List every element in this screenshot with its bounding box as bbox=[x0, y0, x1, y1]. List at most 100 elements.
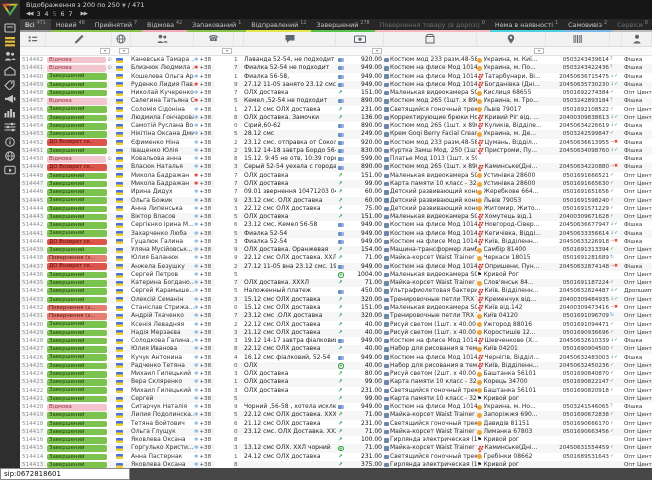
table-row[interactable]: 514460ЗавершенийКошелева Ольга Ар...❄+38… bbox=[20, 73, 652, 81]
table-row[interactable]: 514414ЗавершенийАнна Пастернак❄+38124.12… bbox=[20, 453, 652, 461]
table-row[interactable]: 514431Повернення (з...Андрій Ткаченко❄+3… bbox=[20, 312, 652, 320]
table-row[interactable]: 514459ЗавершенийРуденко Лидия Пав...✱+38… bbox=[20, 81, 652, 89]
table-row[interactable]: 514435ЗавершенийКатерина Богдано...❄+387… bbox=[20, 279, 652, 287]
table-row[interactable]: 514436ЗавершенийСергей Петров❄+385₴1004.… bbox=[20, 271, 652, 279]
status-column-icon[interactable] bbox=[46, 32, 112, 46]
address-column-icon[interactable] bbox=[477, 32, 546, 46]
id-column-icon[interactable] bbox=[20, 32, 46, 46]
table-row[interactable]: 514458ЗавершенийНиколай Кучеренко❄+387ОЛ… bbox=[20, 89, 652, 97]
product-column-icon[interactable] bbox=[384, 32, 477, 46]
country-column-icon[interactable] bbox=[112, 32, 131, 46]
table-row[interactable]: 514428ЗавершенийСолодкова Галина...❄+383… bbox=[20, 337, 652, 345]
tab-Запакований[interactable]: Запакований1 bbox=[187, 19, 246, 32]
price-column-icon[interactable] bbox=[336, 32, 384, 46]
snowflake-icon: ❄ bbox=[194, 321, 198, 329]
table-row[interactable]: 514432Повернення (з...Станіслав Стрижа..… bbox=[20, 304, 652, 312]
first-page-button[interactable]: ◀◀ bbox=[26, 10, 32, 19]
table-row[interactable]: 514423ЗавершенийВера Скляренко❄+381ОЛХ д… bbox=[20, 378, 652, 386]
table-row[interactable]: 514461Відмова⊙Близнюк Людмила ...✱+387Фи… bbox=[20, 64, 652, 72]
table-row[interactable]: 514455ЗавершенийЛюдмила Гончарова❄+388ОЛ… bbox=[20, 114, 652, 122]
table-row[interactable]: 514438Повернення (з...Юлия Баланюк❄+3892… bbox=[20, 254, 652, 262]
app-logo[interactable] bbox=[2, 2, 18, 17]
clients-icon[interactable] bbox=[4, 51, 16, 61]
dashboard-icon[interactable] bbox=[4, 23, 16, 33]
table-row[interactable]: 514439ЗавершенийУляна Мусійовськ...❄+389… bbox=[20, 246, 652, 254]
table-row[interactable]: 514427ЗавершенийЮлия Иванова❄+38822.12 с… bbox=[20, 345, 652, 353]
sliders-icon[interactable] bbox=[4, 122, 16, 132]
table-row[interactable]: 514449ДО Возврат ск..Власюк Наталья❄+383… bbox=[20, 163, 652, 171]
table-row[interactable]: 514425ЗавершенийРадченко Тетяна❄+380ОЛХ₴… bbox=[20, 362, 652, 370]
table-row[interactable]: 514415ЗавершенийГоргулько Христи...❄+383… bbox=[20, 444, 652, 452]
page-button-7[interactable]: 7 bbox=[69, 11, 73, 18]
tab-Новий[interactable]: Новий48 bbox=[51, 19, 90, 32]
table-row[interactable]: 514443ЗавершенийВіктор Власов❄+385ОЛХ до… bbox=[20, 213, 652, 221]
page-button-3[interactable]: 3 bbox=[36, 11, 40, 18]
table-row[interactable]: 514462Відмова⊙Каневська Тамара ...❄+381Л… bbox=[20, 56, 652, 64]
table-row[interactable]: 514418ЗавершенийТетяна Войтович❄+38621.1… bbox=[20, 420, 652, 428]
tab-Всі[interactable]: Всі471 bbox=[20, 19, 51, 32]
table-row[interactable]: 514421ЗавершенийСергей❄+385↗99.00Карта п… bbox=[20, 395, 652, 403]
table-row[interactable]: 514416ЗавершенийЯковлева Оксана❄+388↗100… bbox=[20, 436, 652, 444]
table-row[interactable]: 514422ЗавершенийМихаил Гилецький❄+383ОЛХ… bbox=[20, 387, 652, 395]
tracking-column-icon[interactable] bbox=[546, 32, 610, 46]
tab-Повернення товару (в дорозі)[interactable]: Повернення товару (в дорозі)0 bbox=[375, 19, 490, 32]
table-row[interactable]: 514448ЗавершенийМикола Бадражан✱+387ОЛХ … bbox=[20, 172, 652, 180]
page-button-5[interactable]: 5 bbox=[53, 11, 57, 18]
tag-icon[interactable] bbox=[4, 80, 16, 90]
delivery-address: Украина, м. Но... bbox=[484, 403, 536, 411]
table-row[interactable]: 514429ЗавершенийНадія Мерзаєва❄+38321.12… bbox=[20, 329, 652, 337]
client-column-icon[interactable] bbox=[131, 32, 194, 46]
address-cell: Татарбунари, Ві... bbox=[477, 73, 546, 81]
table-row[interactable]: 514454ЗавершенийСамотій Руслана Во...❄+3… bbox=[20, 122, 652, 130]
table-row[interactable]: 514456ЗавершенийСоломія Сідоніна❄+38127.… bbox=[20, 106, 652, 114]
table-row[interactable]: 514447ЗавершенийМикола Бадражан✱+387ОЛХ … bbox=[20, 180, 652, 188]
table-row[interactable]: 514440ДО Возврат ск..Гуцалюк Галина❄+383… bbox=[20, 238, 652, 246]
tab-Завершений[interactable]: Завершений278 bbox=[311, 19, 374, 32]
info-icon[interactable] bbox=[4, 137, 16, 147]
last-page-button[interactable]: ▶▶ bbox=[81, 10, 87, 19]
table-row[interactable]: 514450Відмова⊙Ковальова анна❄+38815.12. … bbox=[20, 155, 652, 163]
table-row[interactable]: 514445ЗавершенийОльга Божик❄+38923.12 см… bbox=[20, 197, 652, 205]
table-row[interactable]: 514446ЗавершенийИрина Дидух❄+38709.01 зв… bbox=[20, 188, 652, 196]
table-row[interactable]: 514419ЗавершенийЛилия Подолинска...❄+385… bbox=[20, 411, 652, 419]
table-row[interactable]: 514452ДО Возврат ск..Єфименко Ніна❄+3822… bbox=[20, 139, 652, 147]
column-filter-dropdown[interactable]: ▾ bbox=[119, 48, 129, 54]
video-icon[interactable] bbox=[4, 165, 16, 175]
column-filter-dropdown[interactable]: ▾ bbox=[100, 48, 110, 54]
table-row[interactable]: 514430ЗавершенийКсенія Левадняя❄+38222.1… bbox=[20, 321, 652, 329]
table-row[interactable]: 514417ЗавершенийОльга Глущук❄+38023.12 с… bbox=[20, 428, 652, 436]
source-column-icon[interactable] bbox=[622, 32, 652, 46]
column-filter-dropdown[interactable]: ▾ bbox=[534, 48, 544, 54]
table-row[interactable]: 514433ЗавершенийОлексій Семанін❄+38315.1… bbox=[20, 296, 652, 304]
tab-Нема в наявності[interactable]: Нема в наявності1 bbox=[490, 19, 563, 32]
table-row[interactable]: 514442ЗавершенийСергієнко Ірина М...❄+38… bbox=[20, 221, 652, 229]
comment-column-icon[interactable] bbox=[244, 32, 336, 46]
range-dropdown-icon[interactable]: ▼ bbox=[122, 3, 126, 9]
tab-Сервіси[interactable]: Сервіси0 bbox=[612, 19, 652, 32]
table-row[interactable]: 514437ДО Возврат ск..Анжела Безушку❄+382… bbox=[20, 263, 652, 271]
tab-Прийнятий[interactable]: Прийнятий7 bbox=[90, 19, 142, 32]
store-icon[interactable] bbox=[4, 66, 16, 76]
table-row[interactable]: 514453ЗавершенийНікітіна Оксана Дми...❄+… bbox=[20, 130, 652, 138]
orders-icon[interactable] bbox=[4, 37, 16, 47]
table-row[interactable]: 514457ВідмоваСалегина Татьяна С...✱+385К… bbox=[20, 97, 652, 105]
table-row[interactable]: 514426ЗавершенийКучук Антонина❄+38416.12… bbox=[20, 354, 652, 362]
tab-Відмова[interactable]: Відмова42 bbox=[142, 19, 187, 32]
column-filter-dropdown[interactable]: ▾ bbox=[372, 48, 382, 54]
page-button-6[interactable]: 6 bbox=[61, 11, 65, 18]
table-row[interactable]: 514451ЗавершенийІващенко Юлія❄+38219.12 … bbox=[20, 147, 652, 155]
globe-icon[interactable] bbox=[4, 151, 16, 161]
tab-Відправлений[interactable]: Відправлений12 bbox=[246, 19, 311, 32]
page-button-4[interactable]: 4 bbox=[44, 11, 48, 18]
table-row[interactable]: 514424ЗавершенийМихаил Гилецький❄+383ОЛХ… bbox=[20, 370, 652, 378]
table-row[interactable]: 514444ЗавершенийАнна Липенська❄+38322.12… bbox=[20, 205, 652, 213]
order-comment bbox=[244, 436, 336, 444]
chart-icon[interactable] bbox=[4, 108, 16, 118]
table-row[interactable]: 514441ЗавершенийЗахарченко Люба❄+385Фиал… bbox=[20, 230, 652, 238]
tab-Самовивіз[interactable]: Самовивіз2 bbox=[563, 19, 612, 32]
megaphone-icon[interactable] bbox=[4, 94, 16, 104]
phone-column-icon[interactable]: ☎ bbox=[194, 32, 234, 46]
column-filter-dropdown[interactable]: ▾ bbox=[222, 48, 232, 54]
table-row[interactable]: 514434ЗавершенийСергей Карамыше...❄+385Н… bbox=[20, 287, 652, 295]
table-row[interactable]: 514420ВідмоваСитарчук Наталія❄+389Чорний… bbox=[20, 403, 652, 411]
